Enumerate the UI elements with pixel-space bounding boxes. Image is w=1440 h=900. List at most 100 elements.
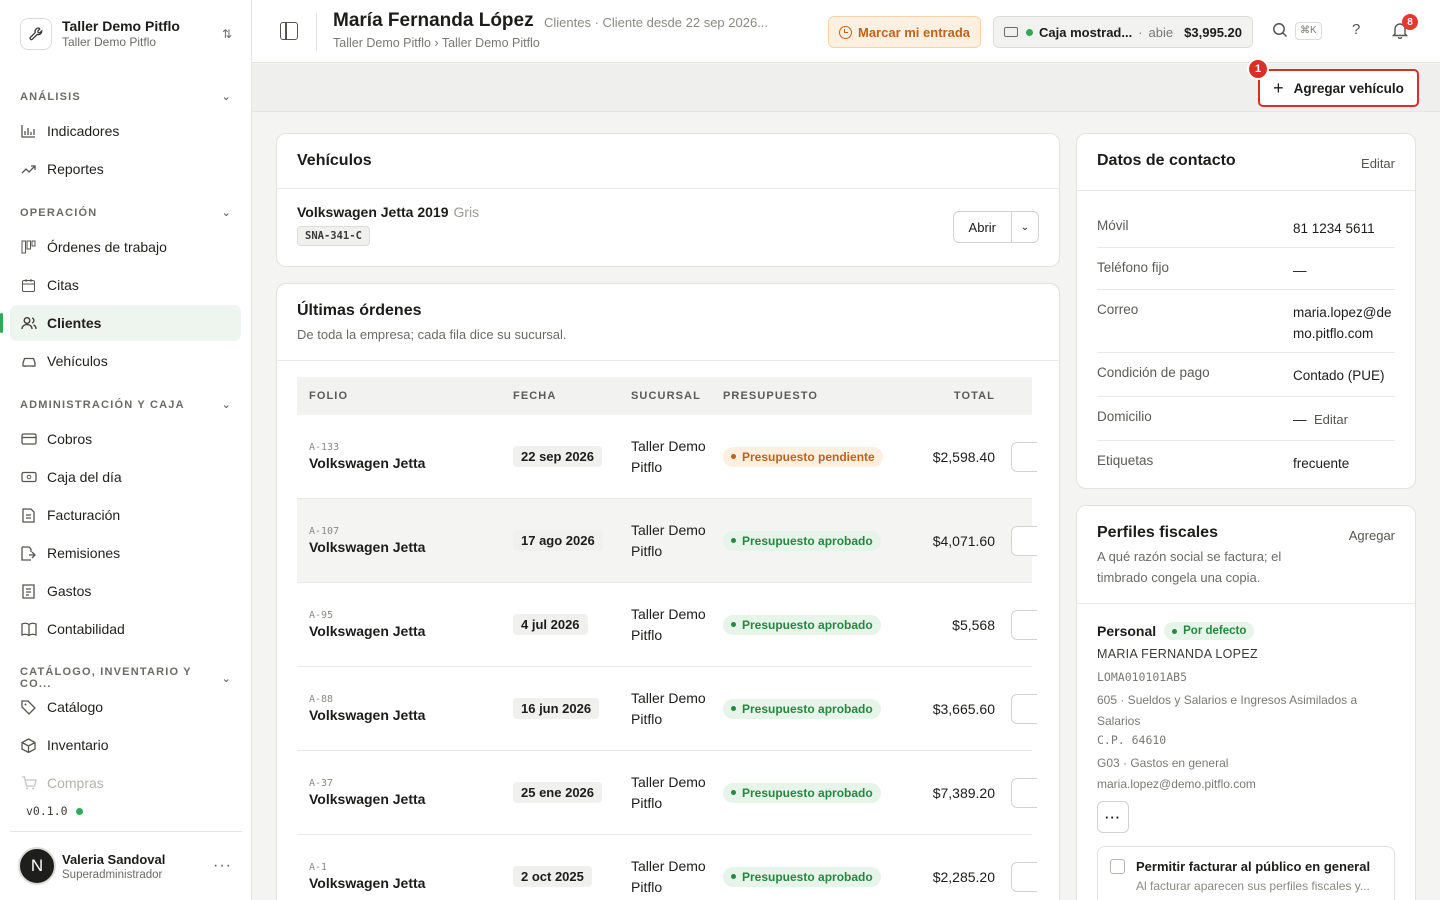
more-icon[interactable]: ··· (1097, 801, 1129, 833)
users-icon (20, 315, 37, 332)
search-shortcut: ⌘K (1295, 22, 1322, 40)
contact-row-phone: Teléfono fijo — (1097, 248, 1395, 290)
bar-chart-icon (20, 123, 37, 140)
sidebar-item-catalogo[interactable]: Catálogo (10, 689, 241, 725)
date-cell: 16 jun 2026 (513, 698, 631, 719)
public-billing-option[interactable]: Permitir facturar al público en general … (1097, 846, 1395, 900)
nav-section-operacion[interactable]: OPERACIÓN ⌄ (20, 206, 232, 220)
user-menu[interactable]: N Valeria Sandoval Superadministrador ··… (10, 831, 242, 900)
card-title: Datos de contacto (1097, 152, 1236, 169)
sidebar-item-gastos[interactable]: Gastos (10, 573, 241, 609)
sidebar-toggle-icon[interactable] (280, 22, 298, 40)
row-action[interactable] (1011, 861, 1037, 892)
card-title: Vehículos (297, 152, 372, 169)
car-icon (20, 353, 37, 370)
sidebar-item-reportes[interactable]: Reportes (10, 151, 241, 187)
date-cell: 4 jul 2026 (513, 614, 631, 635)
step-marker: 1 (1247, 58, 1269, 80)
table-row[interactable]: A-107 Volkswagen Jetta 17 ago 2026 Taller D… (297, 499, 1037, 583)
folio-id: A-107 (309, 526, 340, 537)
sidebar-item-inventario[interactable]: Inventario (10, 727, 241, 763)
total-cell: $2,598.40 (932, 448, 995, 465)
folio-id: A-1 (309, 862, 328, 873)
row-action-button[interactable] (1011, 693, 1037, 724)
kanban-icon (20, 239, 37, 256)
more-icon[interactable]: ··· (213, 857, 232, 875)
budget-cell: Presupuesto aprobado (723, 698, 887, 719)
row-action-button[interactable] (1011, 525, 1037, 556)
tax-regime: 605 · Sueldos y Salarios e Ingresos Asim… (1097, 693, 1358, 728)
table-row[interactable]: A-37 Volkswagen Jetta 25 ene 2026 Taller De… (297, 751, 1037, 835)
book-icon (20, 621, 37, 638)
add-vehicle-button[interactable]: + Agregar vehículo (1258, 69, 1419, 107)
chevron-down-icon[interactable]: ⌄ (1012, 212, 1038, 242)
register-icon (1004, 27, 1018, 37)
sidebar-item-citas[interactable]: Citas (10, 267, 241, 303)
breadcrumb[interactable]: Taller Demo Pitflo › Taller Demo Pitflo (333, 36, 540, 50)
rfc: LOMA010101AB5 (1097, 670, 1188, 684)
edit-contact-link[interactable]: Editar (1361, 156, 1395, 171)
row-action[interactable] (1011, 609, 1037, 640)
status-dot (75, 807, 83, 815)
search-icon[interactable] (1272, 22, 1288, 42)
nav-section-catalogo[interactable]: CATÁLOGO, INVENTARIO Y CO... ⌄ (20, 666, 232, 690)
row-action[interactable] (1011, 777, 1037, 808)
row-action-button[interactable] (1011, 609, 1037, 640)
sidebar-item-ordenes[interactable]: Órdenes de trabajo (10, 229, 241, 265)
order-vehicle: Volkswagen Jetta (309, 455, 426, 471)
nav-section-admin[interactable]: ADMINISTRACIÓN Y CAJA ⌄ (20, 398, 232, 412)
card-subtitle: De toda la empresa; cada fila dice su su… (297, 327, 567, 342)
sidebar-item-compras[interactable]: Compras (10, 765, 241, 801)
sidebar-item-cobros[interactable]: Cobros (10, 421, 241, 457)
table-row[interactable]: A-133 Volkswagen Jetta 22 sep 2026 Taller D… (297, 415, 1037, 499)
row-action-button[interactable] (1011, 861, 1037, 892)
cash-register-selector[interactable]: Caja mostrad... · abie $3,995.20 (993, 16, 1253, 48)
invoice-icon (20, 507, 37, 524)
folio-id: A-95 (309, 610, 334, 621)
order-date: 25 ene 2026 (513, 782, 603, 803)
zip-code: C.P. 64610 (1097, 733, 1167, 747)
status-badge: Presupuesto aprobado (723, 614, 881, 635)
row-action[interactable] (1011, 693, 1037, 724)
budget-cell: Presupuesto aprobado (723, 866, 887, 887)
vehicle-name: Volkswagen Jetta 2019 (297, 204, 449, 220)
table-row[interactable]: A-88 Volkswagen Jetta 16 jun 2026 Taller De… (297, 667, 1037, 751)
row-action-button[interactable] (1011, 441, 1037, 472)
open-vehicle-split-button[interactable]: Abrir ⌄ (952, 211, 1039, 243)
org-switcher[interactable]: Taller Demo Pitflo Taller Demo Pitflo ⇅ (10, 10, 242, 58)
branch-cell: Taller Demo Pitflo (631, 521, 706, 559)
edit-address-link[interactable]: Editar (1314, 412, 1348, 427)
row-action[interactable] (1011, 441, 1037, 472)
folio-cell: A-37 Volkswagen Jetta (297, 778, 513, 807)
add-fiscal-link[interactable]: Agregar (1349, 528, 1395, 543)
row-action[interactable] (1011, 525, 1037, 556)
sidebar-item-clientes[interactable]: Clientes (0, 305, 241, 341)
sidebar-item-caja[interactable]: Caja del día (10, 459, 241, 495)
help-icon[interactable]: ? (1352, 21, 1360, 38)
order-vehicle: Volkswagen Jetta (309, 707, 426, 723)
sidebar-item-facturacion[interactable]: Facturación (10, 497, 241, 533)
row-action-button[interactable] (1011, 777, 1037, 808)
fiscal-card: Perfiles fiscales Agregar A qué razón so… (1076, 505, 1416, 900)
vehicle-item[interactable]: Volkswagen Jetta 2019 Gris SNA-341-C (297, 204, 479, 246)
status-badge: Presupuesto aprobado (723, 782, 881, 803)
public-billing-checkbox[interactable] (1110, 859, 1125, 874)
sidebar-item-contabilidad[interactable]: Contabilidad (10, 611, 241, 647)
open-vehicle-button[interactable]: Abrir (954, 212, 1012, 242)
folio-id: A-133 (309, 442, 340, 453)
order-vehicle: Volkswagen Jetta (309, 875, 426, 891)
sidebar-item-vehiculos[interactable]: Vehículos (10, 343, 241, 379)
nav-section-analisis[interactable]: ANÁLISIS ⌄ (20, 90, 232, 104)
table-row[interactable]: A-1 Volkswagen Jetta 2 oct 2025 Taller Demo… (297, 835, 1037, 900)
sidebar-item-indicadores[interactable]: Indicadores (10, 113, 241, 149)
total-cell: $2,285.20 (932, 868, 995, 885)
divider (316, 13, 317, 51)
check-in-button[interactable]: Marcar mi entrada (828, 16, 981, 48)
card-subtitle: A qué razón social se factura; el timbra… (1097, 549, 1282, 585)
date-cell: 2 oct 2025 (513, 866, 631, 887)
budget-cell: Presupuesto aprobado (723, 782, 887, 803)
sidebar-item-remisiones[interactable]: Remisiones (10, 535, 241, 571)
table-row[interactable]: A-95 Volkswagen Jetta 4 jul 2026 Taller Dem… (297, 583, 1037, 667)
contact-row-mobile: Móvil 81 1234 5611 (1097, 206, 1395, 248)
wrench-icon (20, 18, 52, 50)
